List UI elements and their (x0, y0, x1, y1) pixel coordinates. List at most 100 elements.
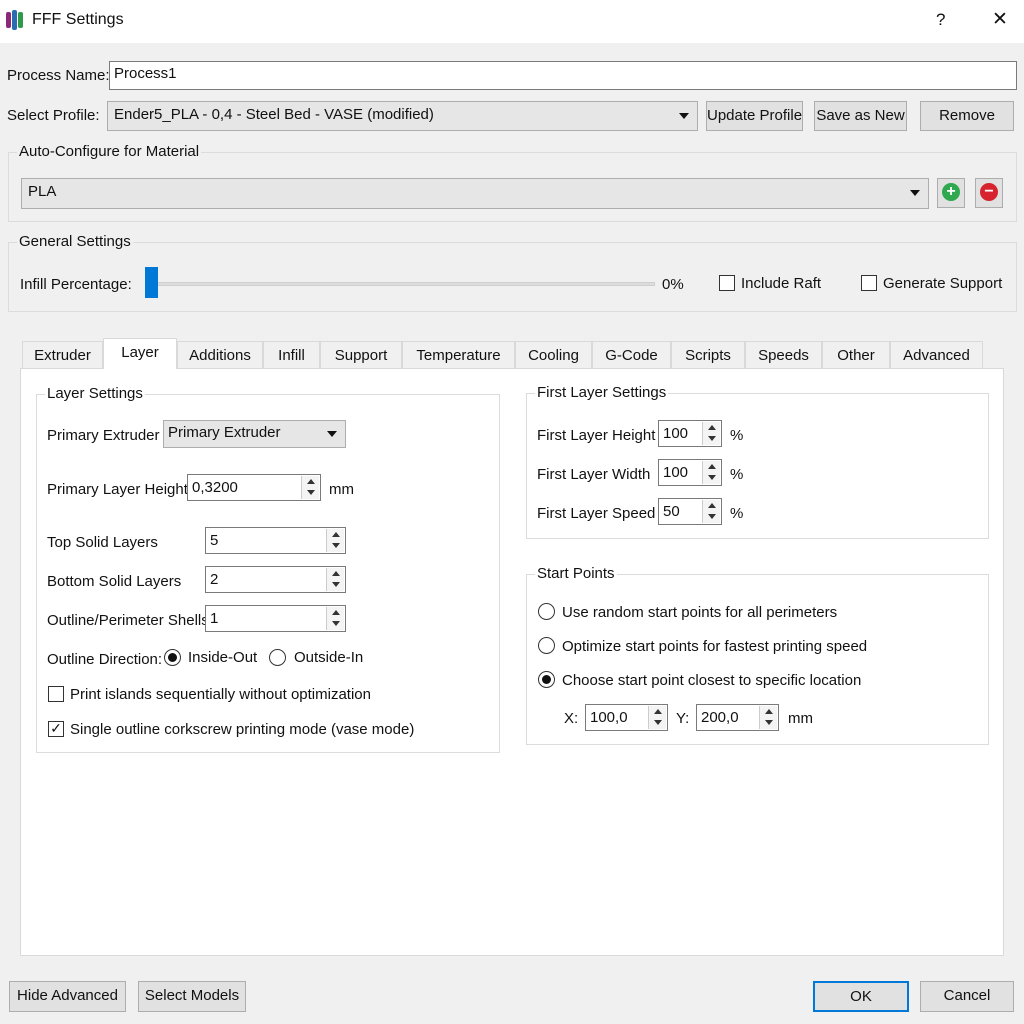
primary-extruder-label: Primary Extruder (47, 427, 160, 444)
profile-value: Ender5_PLA - 0,4 - Steel Bed - VASE (mod… (114, 106, 434, 123)
tab-extruder[interactable]: Extruder (22, 341, 103, 369)
profile-select[interactable]: Ender5_PLA - 0,4 - Steel Bed - VASE (mod… (107, 101, 698, 131)
tab-support[interactable]: Support (320, 341, 402, 369)
first-layer-speed-spinbox[interactable]: 50 (658, 498, 722, 525)
print-islands-label: Print islands sequentially without optim… (70, 686, 371, 703)
spin-arrows-icon[interactable] (326, 529, 344, 552)
tab-additions[interactable]: Additions (177, 341, 263, 369)
optimize-start-radio[interactable] (538, 637, 555, 654)
spin-arrows-icon[interactable] (759, 706, 777, 729)
y-label: Y: (676, 710, 690, 727)
spin-arrows-icon[interactable] (326, 568, 344, 591)
checkmark-icon: ✓ (50, 720, 62, 736)
layer-settings-title: Layer Settings (45, 385, 145, 402)
remove-profile-button[interactable]: Remove (920, 101, 1014, 131)
first-layer-width-spinbox[interactable]: 100 (658, 459, 722, 486)
top-solid-layers-label: Top Solid Layers (47, 534, 158, 551)
bottom-solid-layers-spinbox[interactable]: 2 (205, 566, 346, 593)
first-layer-width-value: 100 (663, 464, 689, 481)
spin-arrows-icon[interactable] (648, 706, 666, 729)
tab-temperature[interactable]: Temperature (402, 341, 515, 369)
material-group-title: Auto-Configure for Material (17, 143, 202, 160)
add-material-button[interactable]: + (937, 178, 965, 208)
vase-mode-label: Single outline corkscrew printing mode (… (70, 721, 415, 738)
tab-infill[interactable]: Infill (263, 341, 320, 369)
minus-circle-icon: − (980, 183, 998, 202)
start-y-spinbox[interactable]: 200,0 (696, 704, 779, 731)
outside-in-label: Outside-In (294, 649, 364, 666)
perimeter-shells-value: 1 (210, 610, 219, 627)
start-x-value: 100,0 (590, 709, 628, 726)
outline-direction-label: Outline Direction: (47, 651, 163, 668)
start-point-unit: mm (788, 710, 813, 727)
tab-scripts[interactable]: Scripts (671, 341, 745, 369)
close-button[interactable]: ✕ (992, 8, 1008, 31)
remove-material-button[interactable]: − (975, 178, 1003, 208)
chevron-down-icon (327, 431, 337, 437)
print-islands-checkbox[interactable] (48, 686, 64, 702)
infill-value: 0% (662, 276, 684, 293)
layer-tab-pane: Layer Settings Primary Extruder Primary … (20, 368, 1004, 956)
save-as-new-button[interactable]: Save as New (814, 101, 907, 131)
chevron-down-icon (679, 113, 689, 119)
tab-gcode[interactable]: G-Code (592, 341, 671, 369)
specific-location-radio[interactable] (538, 671, 555, 688)
layer-height-value: 0,3200 (192, 479, 238, 496)
first-layer-speed-value: 50 (663, 503, 680, 520)
inside-out-radio[interactable] (164, 649, 181, 666)
general-settings-title: General Settings (17, 233, 133, 250)
tab-cooling[interactable]: Cooling (515, 341, 592, 369)
process-name-input[interactable]: Process1 (109, 61, 1017, 90)
random-start-radio[interactable] (538, 603, 555, 620)
material-select[interactable]: PLA (21, 178, 929, 209)
tab-layer[interactable]: Layer (103, 338, 177, 369)
perimeter-shells-label: Outline/Perimeter Shells (47, 612, 209, 629)
spin-arrows-icon[interactable] (702, 500, 720, 523)
specific-location-label: Choose start point closest to specific l… (562, 672, 862, 689)
hide-advanced-button[interactable]: Hide Advanced (9, 981, 126, 1012)
start-points-title: Start Points (535, 565, 617, 582)
help-button[interactable]: ? (936, 10, 945, 30)
generate-support-checkbox[interactable] (861, 275, 877, 291)
spin-arrows-icon[interactable] (702, 422, 720, 445)
title-bar: FFF Settings ? ✕ (0, 0, 1024, 43)
top-solid-layers-value: 5 (210, 532, 219, 549)
first-layer-speed-label: First Layer Speed (537, 505, 656, 522)
layer-height-unit: mm (329, 481, 354, 498)
select-profile-label: Select Profile: (7, 107, 100, 124)
first-layer-height-unit: % (730, 427, 744, 444)
ok-button[interactable]: OK (813, 981, 909, 1012)
random-start-label: Use random start points for all perimete… (562, 604, 838, 621)
layer-height-spinbox[interactable]: 0,3200 (187, 474, 321, 501)
first-layer-width-unit: % (730, 466, 744, 483)
tab-other[interactable]: Other (822, 341, 890, 369)
cancel-button[interactable]: Cancel (920, 981, 1014, 1012)
window-title: FFF Settings (32, 11, 124, 28)
perimeter-shells-spinbox[interactable]: 1 (205, 605, 346, 632)
start-x-spinbox[interactable]: 100,0 (585, 704, 668, 731)
outside-in-radio[interactable] (269, 649, 286, 666)
first-layer-width-label: First Layer Width (537, 466, 651, 483)
infill-slider-track[interactable] (150, 282, 655, 286)
update-profile-button[interactable]: Update Profile (706, 101, 803, 131)
first-layer-height-label: First Layer Height (537, 427, 656, 444)
first-layer-height-spinbox[interactable]: 100 (658, 420, 722, 447)
layer-height-label: Primary Layer Height (47, 481, 188, 498)
spin-arrows-icon[interactable] (301, 476, 319, 499)
tab-speeds[interactable]: Speeds (745, 341, 822, 369)
tab-advanced[interactable]: Advanced (890, 341, 983, 369)
primary-extruder-value: Primary Extruder (168, 424, 281, 441)
plus-circle-icon: + (942, 183, 960, 202)
select-models-button[interactable]: Select Models (138, 981, 246, 1012)
include-raft-checkbox[interactable] (719, 275, 735, 291)
primary-extruder-select[interactable]: Primary Extruder (163, 420, 346, 448)
spin-arrows-icon[interactable] (326, 607, 344, 630)
first-layer-settings-title: First Layer Settings (535, 384, 669, 401)
vase-mode-checkbox[interactable]: ✓ (48, 721, 64, 737)
app-icon (6, 10, 23, 30)
start-y-value: 200,0 (701, 709, 739, 726)
top-solid-layers-spinbox[interactable]: 5 (205, 527, 346, 554)
spin-arrows-icon[interactable] (702, 461, 720, 484)
first-layer-speed-unit: % (730, 505, 744, 522)
infill-slider-handle[interactable] (145, 267, 158, 298)
